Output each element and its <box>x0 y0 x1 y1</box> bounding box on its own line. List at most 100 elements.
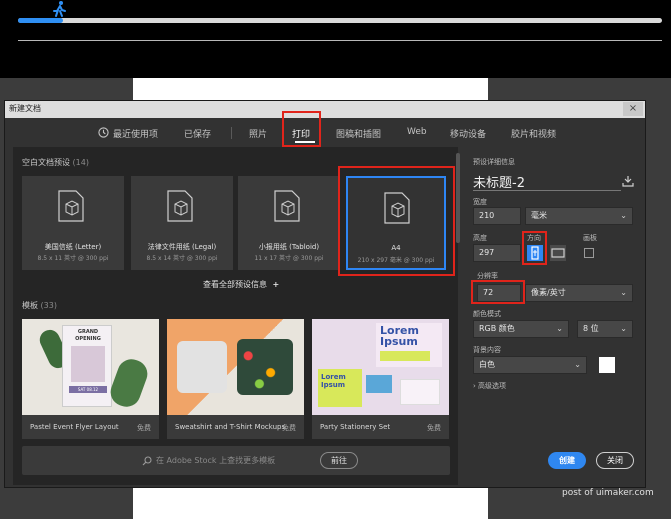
tab-recent[interactable]: 最近使用项 <box>113 127 158 140</box>
preset-card-letter[interactable]: 美国信纸 (Letter) 8.5 x 11 英寸 @ 300 ppi <box>22 176 124 270</box>
stock-search-input[interactable]: 在 Adobe Stock 上查找更多模板 <box>156 455 275 466</box>
tab-web[interactable]: Web <box>407 127 427 137</box>
chevron-down-icon: ⌄ <box>574 360 581 369</box>
tab-saved[interactable]: 已保存 <box>184 127 211 140</box>
flyer-headline: GRAND <box>77 329 99 335</box>
advanced-options-label: 高级选项 <box>478 382 507 390</box>
background-color-swatch[interactable] <box>599 357 615 373</box>
advanced-options-toggle[interactable]: › 高级选项 <box>473 381 506 391</box>
top-divider <box>18 40 662 41</box>
flyer-headline-2: OPENING <box>75 336 101 342</box>
preset-subtitle: 11 x 17 英寸 @ 300 ppi <box>254 255 324 262</box>
template-price: 免费 <box>282 424 296 432</box>
tab-mobile[interactable]: 移动设备 <box>450 127 486 140</box>
template-name: Party Stationery Set <box>320 423 391 431</box>
sweatshirt-thumbnail <box>167 319 304 415</box>
stationery-thumbnail: Lorem Ipsum Lorem Ipsum <box>312 319 449 415</box>
resolution-unit-select[interactable]: 像素/英寸 ⌄ <box>525 284 633 302</box>
sweatshirt-shape <box>177 341 227 393</box>
highlight-a4-preset <box>338 166 455 276</box>
plus-icon: + <box>272 280 280 289</box>
presets-heading-text: 空白文档预设 <box>22 158 70 167</box>
presets-panel: 空白文档预设 (14) 美国信纸 (Letter) 8.5 x 11 英寸 @ … <box>13 147 458 485</box>
category-tabs: 最近使用项 已保存 照片 打印 图稿和插图 Web 移动设备 胶片和视频 <box>5 118 645 148</box>
template-card-stationery[interactable]: Lorem Ipsum Lorem Ipsum Party Stationery… <box>312 319 449 439</box>
tab-separator <box>231 127 232 139</box>
details-heading: 预设详细信息 <box>473 158 515 166</box>
template-name: Sweatshirt and T-Shirt Mockups <box>175 423 286 431</box>
see-all-label: 查看全部预设信息 <box>203 280 267 289</box>
see-all-presets-link[interactable]: 查看全部预设信息 + <box>203 279 279 290</box>
template-price: 免费 <box>427 424 441 432</box>
progress-track <box>18 18 662 23</box>
width-input[interactable]: 210 <box>473 207 521 225</box>
chevron-down-icon: ⌄ <box>620 211 627 220</box>
highlight-resolution <box>471 280 525 304</box>
chevron-down-icon: ⌄ <box>620 288 627 297</box>
height-input[interactable]: 297 <box>473 244 521 262</box>
tshirt-shape <box>237 339 293 395</box>
flyer-photo <box>71 346 105 382</box>
tab-art-illustration[interactable]: 图稿和插图 <box>336 127 381 140</box>
stationery-card: Lorem Ipsum <box>376 323 442 367</box>
flyer-thumbnail: GRAND OPENING SAT 08.12 <box>22 319 159 415</box>
close-button[interactable]: 关闭 <box>596 452 634 469</box>
lorem-title: Lorem Ipsum <box>380 324 419 348</box>
preset-details-panel: 预设详细信息 未标题-2 宽度 210 毫米 ⌄ 高度 297 方向 画板 分辨… <box>463 147 645 485</box>
canvas-background-top <box>133 78 488 100</box>
bit-depth-select[interactable]: 8 位 ⌄ <box>577 320 633 338</box>
color-mode-select[interactable]: RGB 颜色 ⌄ <box>473 320 569 338</box>
document-icon <box>274 190 300 222</box>
document-name-input[interactable]: 未标题-2 <box>473 172 525 191</box>
canvas-background-bottom <box>133 488 488 519</box>
screenshot-stage: 新建文档 × 最近使用项 已保存 照片 打印 图稿和插图 Web 移动设备 胶片… <box>0 0 671 519</box>
background-value: 白色 <box>479 360 495 369</box>
new-document-dialog: 新建文档 × 最近使用项 已保存 照片 打印 图稿和插图 Web 移动设备 胶片… <box>4 100 646 488</box>
landscape-orientation-icon[interactable] <box>549 244 567 262</box>
template-card-flyer[interactable]: GRAND OPENING SAT 08.12 Pastel Event Fly… <box>22 319 159 439</box>
bit-depth-value: 8 位 <box>583 324 599 333</box>
lime-bar <box>380 351 430 361</box>
tab-film-video[interactable]: 胶片和视频 <box>511 127 556 140</box>
save-preset-icon[interactable] <box>621 174 635 188</box>
preset-card-tabloid[interactable]: 小报用纸 (Tabloid) 11 x 17 英寸 @ 300 ppi <box>238 176 340 270</box>
artboard-checkbox[interactable] <box>584 248 594 258</box>
height-label: 高度 <box>473 234 487 242</box>
presets-count: (14) <box>72 158 89 167</box>
clock-icon <box>98 127 109 138</box>
preset-subtitle: 8.5 x 11 英寸 @ 300 ppi <box>37 255 109 262</box>
background-label: 背景内容 <box>473 346 501 354</box>
window-close-button[interactable]: × <box>623 102 643 116</box>
presets-scrollbar[interactable] <box>456 153 460 243</box>
resolution-unit-value: 像素/英寸 <box>531 288 566 297</box>
progress-fill <box>18 18 64 23</box>
search-icon <box>142 456 152 466</box>
width-label: 宽度 <box>473 198 487 206</box>
tab-photo[interactable]: 照片 <box>249 127 267 140</box>
color-mode-value: RGB 颜色 <box>479 324 515 333</box>
create-button[interactable]: 创建 <box>548 452 586 469</box>
templates-count: (33) <box>40 301 57 310</box>
dialog-title: 新建文档 <box>9 104 41 113</box>
lorem-small: Lorem Ipsum <box>321 373 346 389</box>
stationery-card-2: Lorem Ipsum <box>318 369 362 407</box>
highlight-orientation <box>522 231 547 265</box>
blue-card <box>366 375 392 393</box>
width-unit-select[interactable]: 毫米 ⌄ <box>525 207 633 225</box>
artboard-label: 画板 <box>583 234 597 242</box>
width-unit-value: 毫米 <box>531 211 547 220</box>
document-name-underline <box>473 190 621 191</box>
stock-go-button[interactable]: 前往 <box>320 452 358 469</box>
chevron-right-icon: › <box>473 382 476 390</box>
preset-card-legal[interactable]: 法律文件用纸 (Legal) 8.5 x 14 英寸 @ 300 ppi <box>131 176 233 270</box>
document-icon <box>58 190 84 222</box>
template-name: Pastel Event Flyer Layout <box>30 423 119 431</box>
watermark-text: post of uimaker.com <box>562 488 654 498</box>
template-price: 免费 <box>137 424 151 432</box>
template-card-sweatshirt[interactable]: Sweatshirt and T-Shirt Mockups 免费 <box>167 319 304 439</box>
document-icon <box>167 190 193 222</box>
flyer-page: GRAND OPENING SAT 08.12 <box>62 325 112 407</box>
highlight-print-tab <box>282 111 321 147</box>
background-select[interactable]: 白色 ⌄ <box>473 356 587 374</box>
preset-title: 法律文件用纸 (Legal) <box>147 243 217 251</box>
